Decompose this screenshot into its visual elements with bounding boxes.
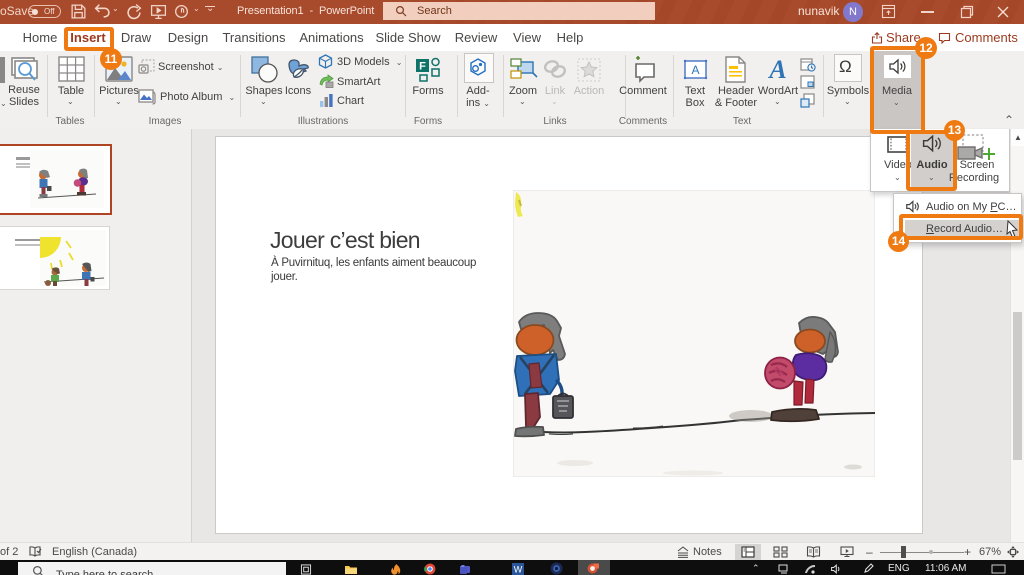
svg-text:A: A (691, 63, 699, 77)
svg-text:F: F (419, 61, 426, 73)
svg-text:W: W (514, 565, 523, 575)
svg-text:A: A (767, 56, 786, 83)
